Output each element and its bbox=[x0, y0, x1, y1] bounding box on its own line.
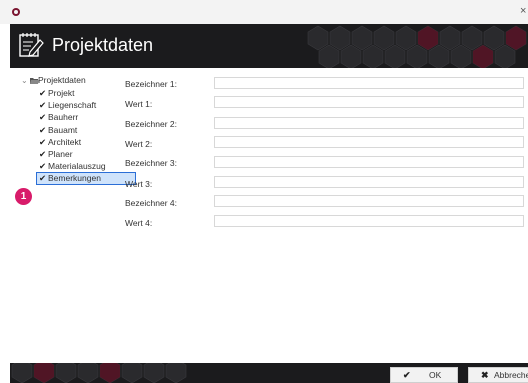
tree-item-label: Materialauszug bbox=[48, 161, 106, 172]
category-tree: ⌄ Projektdaten ✔ Projekt ✔ Liegenschaft ✔ B… bbox=[18, 74, 136, 186]
cancel-button-label: Abbrechen bbox=[494, 370, 528, 380]
bezeichner-3-label: Bezeichner 3: bbox=[125, 158, 177, 168]
wert-2-label: Wert 2: bbox=[125, 139, 153, 149]
tree-item-planer[interactable]: ✔ Planer bbox=[18, 148, 120, 160]
tree-root-label: Projektdaten bbox=[38, 75, 86, 85]
bezeichner-4-field[interactable] bbox=[214, 195, 524, 207]
checkmark-icon: ✔ bbox=[39, 173, 47, 184]
tree-item-label: Architekt bbox=[48, 136, 82, 147]
checkmark-icon: ✔ bbox=[403, 370, 411, 380]
checkmark-icon: ✔ bbox=[39, 88, 47, 98]
folder-open-icon bbox=[30, 78, 39, 84]
wert-4-label: Wert 4: bbox=[125, 218, 153, 228]
bezeichner-2-field[interactable] bbox=[214, 117, 524, 129]
checkmark-icon: ✔ bbox=[39, 124, 47, 135]
bezeichner-3-field[interactable] bbox=[214, 156, 524, 168]
wert-4-field[interactable] bbox=[214, 215, 524, 227]
wert-1-label: Wert 1: bbox=[125, 99, 153, 109]
tree-item-liegenschaft[interactable]: ✔ Liegenschaft bbox=[18, 99, 120, 111]
tree-item-bauherr[interactable]: ✔ Bauherr bbox=[18, 111, 120, 123]
close-icon: ✖ bbox=[481, 370, 489, 380]
notepad-icon bbox=[19, 33, 44, 57]
checkmark-icon: ✔ bbox=[39, 161, 47, 172]
tree-item-architekt[interactable]: ✔ Architekt bbox=[18, 136, 120, 148]
tree-item-label: Planer bbox=[48, 148, 73, 159]
checkmark-icon: ✔ bbox=[39, 136, 47, 147]
dialog-title: Projektdaten bbox=[52, 35, 154, 55]
tree-item-label: Bemerkungen bbox=[48, 173, 101, 184]
bezeichner-4-label: Bezeichner 4: bbox=[125, 198, 177, 208]
chevron-down-icon[interactable]: ⌄ bbox=[21, 74, 28, 87]
wert-1-field[interactable] bbox=[214, 96, 524, 108]
checkmark-icon: ✔ bbox=[39, 112, 47, 123]
cancel-button[interactable]: ✖ Abbrechen bbox=[468, 367, 528, 383]
dialog-footer: ✔ OK ✖ Abbrechen bbox=[10, 363, 528, 383]
bezeichner-1-field[interactable] bbox=[214, 77, 524, 89]
app-icon bbox=[12, 8, 20, 16]
tree-item-bemerkungen[interactable]: ✔ Bemerkungen bbox=[18, 172, 136, 186]
window-titlebar: × bbox=[0, 0, 528, 24]
tree-item-label: Bauherr bbox=[48, 112, 79, 123]
tree-item-label: Bauamt bbox=[48, 124, 78, 135]
bezeichner-1-label: Bezeichner 1: bbox=[125, 79, 177, 89]
tree-root-projektdaten[interactable]: ⌄ Projektdaten bbox=[18, 74, 120, 87]
ok-button[interactable]: ✔ OK bbox=[390, 367, 458, 383]
hexagon-pattern bbox=[307, 25, 527, 68]
tree-item-bauamt[interactable]: ✔ Bauamt bbox=[18, 124, 120, 136]
bezeichner-2-label: Bezeichner 2: bbox=[125, 119, 177, 129]
wert-2-field[interactable] bbox=[214, 136, 524, 148]
tree-item-projekt[interactable]: ✔ Projekt bbox=[18, 87, 120, 99]
hexagon-pattern bbox=[11, 363, 187, 383]
checkmark-icon: ✔ bbox=[39, 100, 47, 111]
tree-item-label: Liegenschaft bbox=[48, 100, 97, 111]
wert-3-field[interactable] bbox=[214, 176, 524, 188]
callout-badge: 1 bbox=[15, 188, 32, 205]
ok-button-label: OK bbox=[429, 370, 442, 380]
dialog-header: Projektdaten bbox=[10, 24, 528, 68]
tree-item-label: Projekt bbox=[48, 88, 75, 98]
tree-item-materialauszug[interactable]: ✔ Materialauszug bbox=[18, 160, 120, 172]
close-icon[interactable]: × bbox=[520, 5, 528, 17]
wert-3-label: Wert 3: bbox=[125, 179, 153, 189]
checkmark-icon: ✔ bbox=[39, 148, 47, 159]
